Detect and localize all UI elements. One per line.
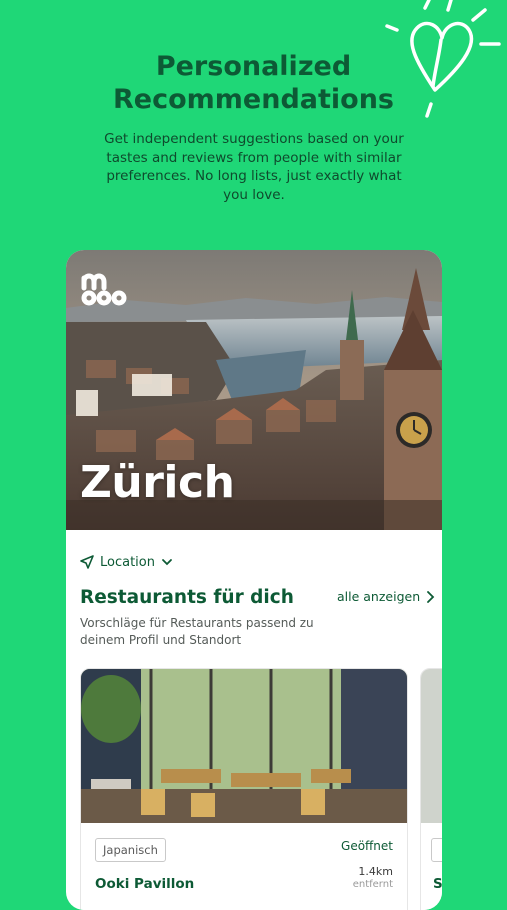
section-description: Vorschläge für Restaurants passend zu de… [80,616,314,647]
restaurant-card-next[interactable]: S [420,668,442,910]
city-hero-image: Zürich [66,250,442,530]
cuisine-tag-next [431,838,442,862]
restaurant-card[interactable]: Japanisch Geöffnet 1.4km entfernt Ooki P… [80,668,408,910]
headline-line-2: Recommendations [112,84,394,115]
cuisine-tag: Japanisch [95,838,166,862]
restaurant-name: Ooki Pavillon [95,876,195,892]
location-selector[interactable]: Location [80,552,173,572]
city-title: Zürich [80,457,235,508]
my-logo-icon [81,273,127,306]
promo-subtext: Get independent suggestions based on you… [104,131,404,203]
distance: 1.4km entfernt [353,865,393,891]
location-label: Location [100,554,155,570]
headline-line-1: Personalized [155,51,352,82]
restaurant-photo-next [421,669,442,823]
see-all-link[interactable]: alle anzeigen [337,589,435,604]
chevron-right-icon [427,590,435,603]
see-all-label: alle anzeigen [337,589,421,604]
navigation-arrow-icon [80,555,94,569]
app-screenshot-frame: Zürich Location Restaurants für dich all… [66,250,442,910]
page-headline: Personalized Recommendations [0,50,507,116]
distance-value: 1.4km [358,865,393,878]
distance-suffix: entfernt [352,879,393,890]
open-status: Geöffnet [341,839,393,853]
section-title: Restaurants für dich [80,587,294,608]
chevron-down-icon [162,559,172,566]
restaurant-photo [81,669,407,823]
restaurant-name-next: S [433,876,442,892]
